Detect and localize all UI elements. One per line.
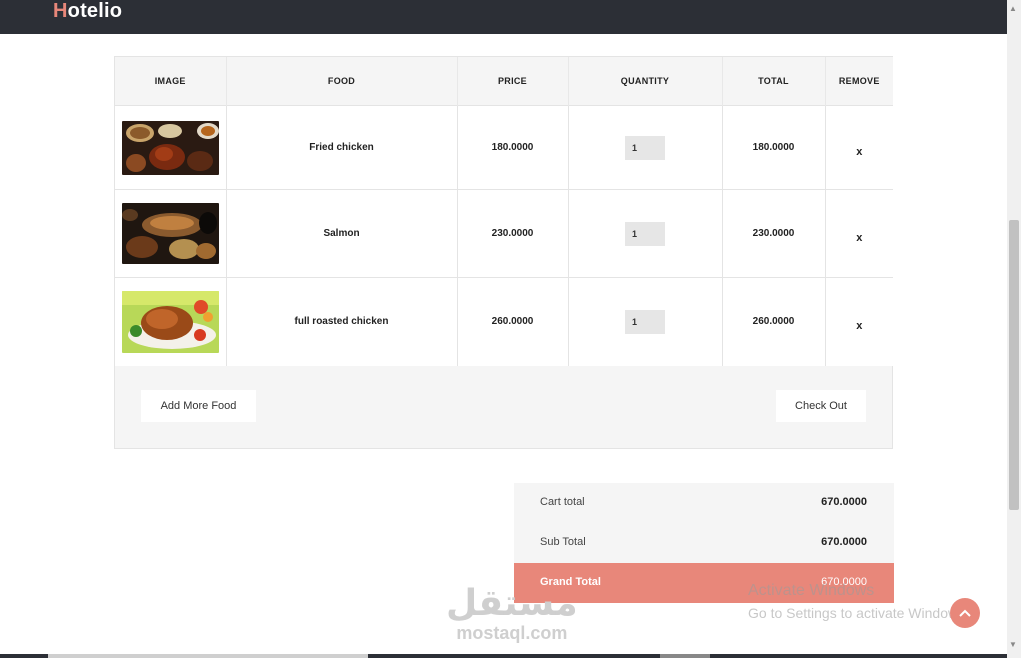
quantity-cell: 1 xyxy=(568,277,723,366)
price-value: 180.0000 xyxy=(457,105,569,190)
total-value: 230.0000 xyxy=(722,189,826,278)
food-image-cell xyxy=(115,277,227,366)
food-image-cell xyxy=(115,105,227,190)
remove-cell: x xyxy=(825,277,893,366)
cart-total-value: 670.0000 xyxy=(821,496,867,508)
salmon-photo xyxy=(121,203,219,264)
food-name: full roasted chicken xyxy=(226,277,458,366)
remove-cell: x xyxy=(825,105,893,190)
check-out-button[interactable]: Check Out xyxy=(776,390,866,422)
food-name: Fried chicken xyxy=(226,105,458,190)
food-name: Salmon xyxy=(226,189,458,278)
add-more-food-button[interactable]: Add More Food xyxy=(141,390,256,422)
remove-item-button[interactable]: x xyxy=(856,232,862,244)
header-price: PRICE xyxy=(457,57,569,106)
price-value: 260.0000 xyxy=(457,277,569,366)
scroll-to-top-button[interactable] xyxy=(950,598,980,628)
quantity-input[interactable]: 1 xyxy=(625,221,665,246)
sub-total-value: 670.0000 xyxy=(821,536,867,548)
watermark-subtitle: Go to Settings to activate Windows. xyxy=(748,605,969,621)
page-scrollbar[interactable]: ▲ ▼ xyxy=(1007,0,1021,658)
scroll-up-arrow-icon[interactable]: ▲ xyxy=(1009,4,1017,13)
total-value: 260.0000 xyxy=(722,277,826,366)
bottom-taskbar-strip xyxy=(0,654,1007,658)
brand-logo[interactable]: Hotelio xyxy=(53,0,122,23)
mostaql-arabic-logo: مستقل xyxy=(446,582,578,623)
table-row: Fried chicken 180.0000 1 180.0000 x xyxy=(115,105,893,190)
header-image: IMAGE xyxy=(115,57,227,106)
quantity-input[interactable]: 1 xyxy=(625,309,665,334)
fried-chicken-photo xyxy=(121,120,219,175)
table-row: Salmon 230.0000 1 230.0000 x xyxy=(115,189,893,278)
header-total: TOTAL xyxy=(722,57,826,106)
table-row: full roasted chicken 260.0000 1 260.0000… xyxy=(115,277,893,366)
mostaql-domain: mostaql.com xyxy=(456,623,568,643)
header-quantity: QUANTITY xyxy=(568,57,723,106)
header-food: FOOD xyxy=(226,57,458,106)
activate-windows-watermark: Activate Windows Go to Settings to activ… xyxy=(748,580,969,624)
food-image-cell xyxy=(115,189,227,278)
cart-total-row: Cart total 670.0000 xyxy=(514,483,894,523)
scrollbar-thumb[interactable] xyxy=(1009,220,1019,510)
quantity-input[interactable]: 1 xyxy=(625,135,665,160)
sub-total-label: Sub Total xyxy=(540,536,586,548)
total-value: 180.0000 xyxy=(722,105,826,190)
roasted-chicken-photo xyxy=(121,290,219,353)
chevron-up-icon xyxy=(959,609,971,617)
table-header-row: IMAGE FOOD PRICE QUANTITY TOTAL REMOVE xyxy=(115,57,893,106)
top-navbar: Hotelio xyxy=(0,0,1007,34)
remove-item-button[interactable]: x xyxy=(856,320,862,332)
mostaql-watermark: مستقل mostaql.com xyxy=(446,582,578,643)
sub-total-row: Sub Total 670.0000 xyxy=(514,523,894,563)
price-value: 230.0000 xyxy=(457,189,569,278)
taskbar-segment xyxy=(660,654,710,658)
cart-total-label: Cart total xyxy=(540,496,585,508)
remove-cell: x xyxy=(825,189,893,278)
remove-item-button[interactable]: x xyxy=(856,146,862,158)
scroll-down-arrow-icon[interactable]: ▼ xyxy=(1009,640,1017,649)
taskbar-segment xyxy=(48,654,368,658)
quantity-cell: 1 xyxy=(568,189,723,278)
cart-panel: IMAGE FOOD PRICE QUANTITY TOTAL REMOVE F… xyxy=(114,56,893,449)
quantity-cell: 1 xyxy=(568,105,723,190)
cart-table: IMAGE FOOD PRICE QUANTITY TOTAL REMOVE F… xyxy=(115,57,893,366)
header-remove: REMOVE xyxy=(825,57,893,106)
watermark-title: Activate Windows xyxy=(748,582,875,599)
